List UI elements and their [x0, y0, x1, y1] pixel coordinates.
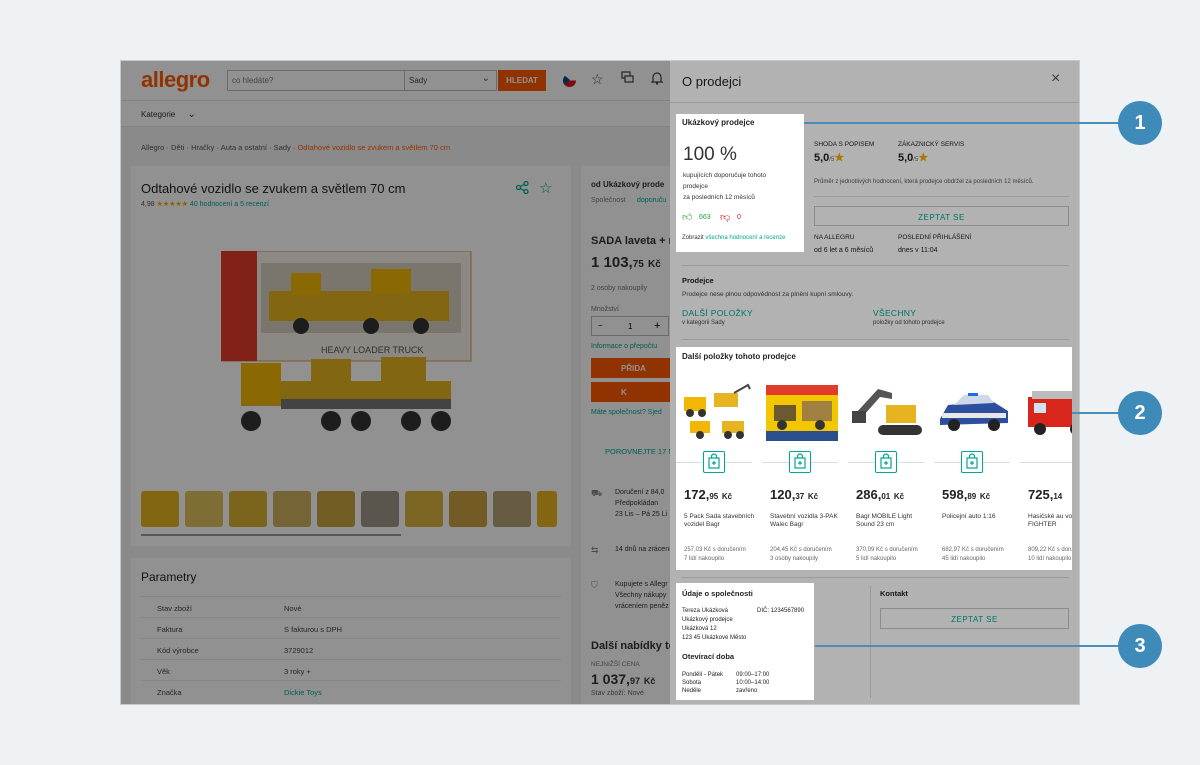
item-name[interactable]: Stavební vozidla 3-PAK Walec Bagr: [770, 513, 844, 529]
show-all-reviews: Zobrazit všechna hodnocení a recenze: [682, 235, 785, 241]
hours-title: Otevírací doba: [682, 652, 735, 661]
item-divider: [1020, 462, 1072, 463]
price-dec: 89: [967, 492, 977, 501]
item-card[interactable]: 172,95 Kč 5 Pack Sada stavebních vozidel…: [676, 375, 756, 570]
item-price: 598,89 Kč: [942, 487, 990, 502]
company-title: Údaje o společnosti: [682, 589, 753, 598]
thumbs-up-icon: 👍︎: [682, 212, 693, 223]
recommend-text: kupujících doporučuje tohoto: [683, 172, 767, 179]
item-image[interactable]: [934, 383, 1014, 443]
callout-line-3: [815, 645, 1125, 647]
hours-time: 10:00–14:00: [736, 680, 770, 686]
hours-time: zavřeno: [736, 688, 758, 694]
callout-badge-2: 2: [1118, 391, 1162, 435]
price-currency: Kč: [807, 492, 819, 501]
item-card[interactable]: 286,01 Kč Bagr MOBILE Light Sound 23 cm …: [848, 375, 928, 570]
price-dec: 01: [881, 492, 891, 501]
highlight-more-items: Další položky tohoto prodejce 172,95 Kč …: [676, 347, 1072, 570]
buyers-count: 5 lidí nakoupilo: [856, 556, 897, 562]
item-delivery: 370,09 Kč s doručením 5 lidí nakoupilo: [856, 546, 936, 564]
price-dec: 14: [1053, 492, 1063, 501]
hours-time: 09:00–17:00: [736, 672, 770, 678]
item-price: 172,95 Kč: [684, 487, 732, 502]
price-dec: 37: [795, 492, 805, 501]
price-currency: Kč: [893, 492, 905, 501]
screenshot-frame: allegro co hledáte? Sady ⌄ HLEDAT ☆ Kate…: [120, 60, 1080, 705]
callout-line-2: [1070, 412, 1125, 414]
delivery-price: 682,97 Kč s doručením: [942, 547, 1004, 553]
company-line: Tereza Ukázková: [682, 608, 729, 614]
seller-panel: O prodejci × SHODA S POPISEM 5,0/5★ ZÁKA…: [670, 61, 1079, 704]
callout-badge-3: 3: [1118, 624, 1162, 668]
company-line: Ukázkový prodejce: [682, 617, 733, 623]
price-dec: 95: [709, 492, 719, 501]
item-image[interactable]: [1020, 383, 1072, 443]
price-int: 172,: [684, 487, 710, 502]
price-currency: Kč: [721, 492, 733, 501]
vat-number: DIČ: 1234567890: [757, 608, 805, 614]
price-int: 120,: [770, 487, 796, 502]
negative-count[interactable]: 0: [737, 214, 741, 221]
item-card[interactable]: 725,14 Hasičské au vodním děl FIGHTER 80…: [1020, 375, 1072, 570]
show-all-reviews-link[interactable]: všechna hodnocení a recenze: [705, 235, 785, 241]
item-delivery: 682,97 Kč s doručením 45 lidí nakoupilo: [942, 546, 1022, 564]
item-card[interactable]: 120,37 Kč Stavební vozidla 3-PAK Walec B…: [762, 375, 842, 570]
hours-day: Pondělí - Pátek: [682, 672, 724, 678]
delivery-price: 204,45 Kč s doručením: [770, 547, 832, 553]
items-carousel: 172,95 Kč 5 Pack Sada stavebních vozidel…: [676, 347, 1072, 570]
item-delivery: 257,03 Kč s doručením 7 lidí nakoupilo: [684, 546, 764, 564]
price-int: 725,: [1028, 487, 1054, 502]
add-to-cart-icon[interactable]: [703, 451, 725, 473]
positive-count[interactable]: 663: [699, 214, 711, 221]
item-name[interactable]: Policejní auto 1:16: [942, 513, 1016, 521]
buyers-count: 3 osoby nakoupily: [770, 556, 819, 562]
price-int: 286,: [856, 487, 882, 502]
company-line: 123 45 Ukázkové Město: [682, 635, 747, 641]
seller-name: Ukázkový prodejce: [682, 118, 755, 127]
item-name[interactable]: Hasičské au vodním děl FIGHTER: [1028, 513, 1072, 529]
item-name[interactable]: Bagr MOBILE Light Sound 23 cm: [856, 513, 930, 529]
buyers-count: 7 lidí nakoupilo: [684, 556, 725, 562]
hours-day: Sobota: [682, 680, 702, 686]
hours-day: Neděle: [682, 688, 702, 694]
item-name[interactable]: 5 Pack Sada stavebních vozidel Bagr: [684, 513, 758, 529]
recommend-text: prodejce: [683, 183, 708, 190]
recommend-text: za posledních 12 měsíců: [683, 194, 755, 201]
item-delivery: 204,45 Kč s doručením 3 osoby nakoupily: [770, 546, 850, 564]
thumbs-down-icon: 👎︎: [720, 212, 731, 223]
price-currency: Kč: [979, 492, 991, 501]
buyers-count: 10 lidí nakoupilo: [1028, 556, 1072, 562]
item-image[interactable]: [762, 383, 842, 443]
item-price: 725,14: [1028, 487, 1062, 502]
add-to-cart-icon[interactable]: [961, 451, 983, 473]
recommend-percent: 100 %: [683, 144, 737, 165]
price-int: 598,: [942, 487, 968, 502]
item-price: 286,01 Kč: [856, 487, 904, 502]
add-to-cart-icon[interactable]: [875, 451, 897, 473]
item-image[interactable]: [848, 383, 928, 443]
callout-line-1: [803, 122, 1125, 124]
delivery-price: 809,22 Kč s doručení: [1028, 547, 1072, 553]
delivery-price: 370,09 Kč s doručením: [856, 547, 918, 553]
delivery-price: 257,03 Kč s doručením: [684, 547, 746, 553]
item-card[interactable]: 598,89 Kč Policejní auto 1:16 682,97 Kč …: [934, 375, 1014, 570]
show-all-prefix: Zobrazit: [682, 235, 704, 241]
add-to-cart-icon[interactable]: [789, 451, 811, 473]
callout-badge-1: 1: [1118, 101, 1162, 145]
item-image[interactable]: [676, 383, 756, 443]
company-line: Ukázková 12: [682, 626, 717, 632]
item-delivery: 809,22 Kč s doručení 10 lidí nakoupilo: [1028, 546, 1072, 564]
item-price: 120,37 Kč: [770, 487, 818, 502]
highlight-recommendation: Ukázkový prodejce 100 % kupujících dopor…: [676, 114, 804, 252]
highlight-company-info: Údaje o společnosti Tereza Ukázková Ukáz…: [676, 583, 814, 700]
buyers-count: 45 lidí nakoupilo: [942, 556, 986, 562]
